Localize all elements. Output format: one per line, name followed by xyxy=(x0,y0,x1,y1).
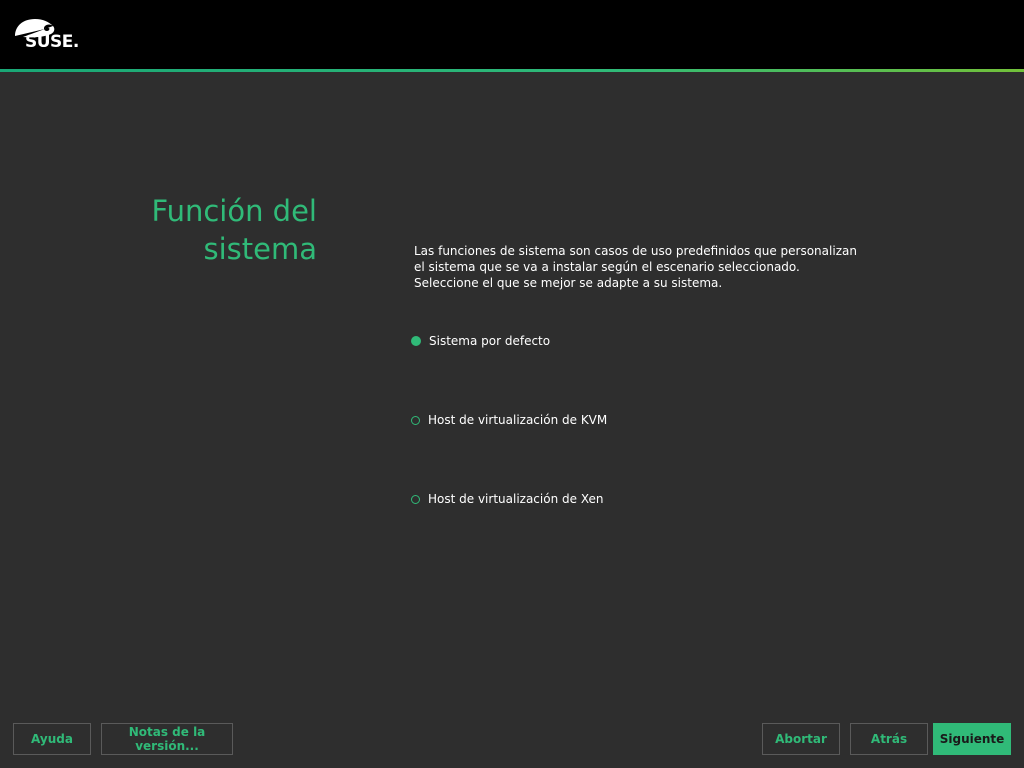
role-option-default[interactable]: Sistema por defecto xyxy=(411,334,550,348)
help-button[interactable]: Ayuda xyxy=(13,723,91,755)
header-accent-line xyxy=(0,69,1024,72)
abort-button[interactable]: Abortar xyxy=(762,723,840,755)
description-line: el sistema que se va a instalar según el… xyxy=(414,260,800,274)
role-option-label: Sistema por defecto xyxy=(429,334,551,348)
role-option-label: Host de virtualización de Xen xyxy=(428,492,604,506)
header-bar xyxy=(0,0,1024,69)
radio-unselected-icon[interactable] xyxy=(411,415,420,425)
suse-logo: SUSE. xyxy=(13,16,89,56)
page-title: Función del sistema xyxy=(57,192,317,268)
back-button[interactable]: Atrás xyxy=(850,723,928,755)
description-text: Las funciones de sistema son casos de us… xyxy=(414,243,857,291)
role-option-kvm[interactable]: Host de virtualización de KVM xyxy=(411,413,607,427)
page-title-line-1: Función del xyxy=(151,194,317,228)
role-option-xen[interactable]: Host de virtualización de Xen xyxy=(411,492,603,506)
release-notes-button[interactable]: Notas de la versión... xyxy=(101,723,233,755)
page-title-line-2: sistema xyxy=(203,232,317,266)
logo-text: SUSE. xyxy=(25,32,79,52)
next-button[interactable]: Siguiente xyxy=(933,723,1011,755)
radio-unselected-icon[interactable] xyxy=(411,494,420,504)
description-line: Seleccione el que se mejor se adapte a s… xyxy=(414,276,723,290)
description-line: Las funciones de sistema son casos de us… xyxy=(414,244,857,258)
radio-selected-icon[interactable] xyxy=(411,336,421,346)
role-option-label: Host de virtualización de KVM xyxy=(428,413,608,427)
